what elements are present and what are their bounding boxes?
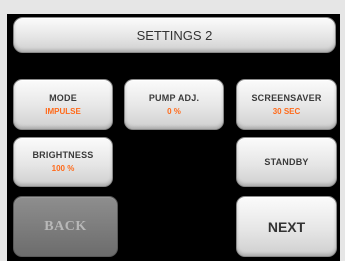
- back-label: BACK: [44, 218, 87, 234]
- screen-bezel-left: [0, 0, 7, 261]
- pump-adj-button[interactable]: PUMP ADJ. 0 %: [124, 79, 224, 130]
- brightness-value: 100 %: [51, 164, 75, 173]
- standby-button[interactable]: STANDBY: [236, 137, 337, 187]
- screensaver-label: SCREENSAVER: [251, 92, 322, 103]
- page-title: SETTINGS 2: [136, 27, 213, 43]
- next-label: NEXT: [267, 218, 306, 235]
- screen-bezel-right: [340, 0, 345, 261]
- screensaver-button[interactable]: SCREENSAVER 30 SEC: [236, 79, 337, 130]
- brightness-button[interactable]: BRIGHTNESS 100 %: [13, 137, 113, 187]
- mode-button[interactable]: MODE IMPULSE: [13, 79, 113, 130]
- brightness-label: BRIGHTNESS: [32, 150, 94, 160]
- screensaver-value: 30 SEC: [272, 106, 301, 116]
- pump-adj-label: PUMP ADJ.: [148, 92, 200, 103]
- screen-bezel-top: [0, 0, 345, 14]
- standby-label: STANDBY: [264, 156, 309, 167]
- back-button[interactable]: BACK: [13, 196, 118, 257]
- pump-adj-value: 0 %: [167, 106, 181, 116]
- page-title-bar: SETTINGS 2: [13, 17, 336, 53]
- mode-value: IMPULSE: [45, 106, 81, 116]
- next-button[interactable]: NEXT: [236, 196, 337, 257]
- mode-label: MODE: [49, 92, 77, 103]
